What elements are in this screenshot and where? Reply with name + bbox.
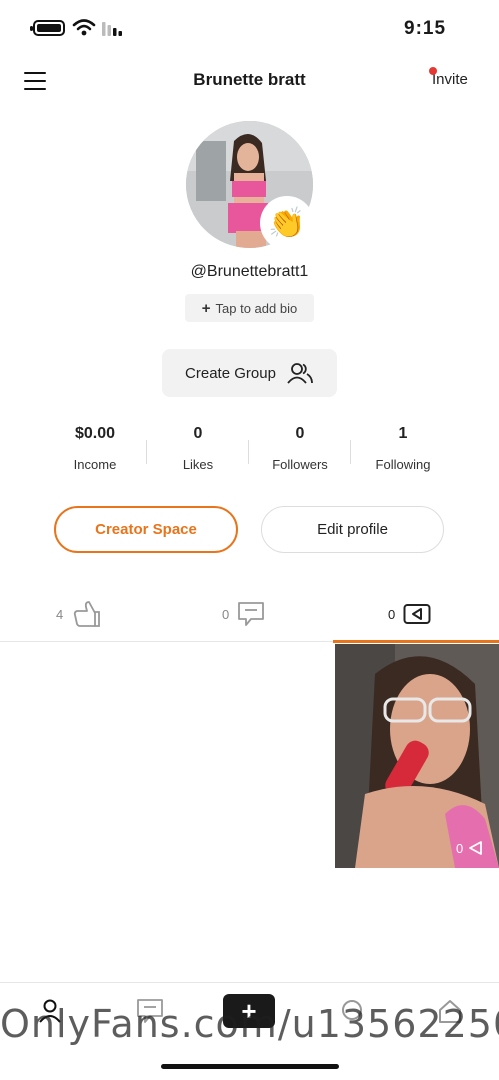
profile-handle: @Brunettebratt1 [190,263,309,280]
divider [146,440,147,464]
create-group-label: Create Group [185,364,276,382]
tab-comments[interactable]: 0 [222,590,265,638]
stat-label: Followers [272,457,328,472]
signal-icon [102,22,122,36]
stat-following[interactable]: 1 Following [353,425,453,472]
creator-space-button[interactable]: Creator Space [54,506,238,553]
home-indicator [161,1064,339,1069]
tab-videos[interactable]: 0 [388,590,431,638]
video-thumbnail[interactable] [335,644,499,868]
comment-icon [238,602,265,626]
status-bar: 9:15 [0,0,499,56]
tab-count: 4 [56,606,64,622]
bottom-nav-divider [0,982,499,983]
stat-label: Likes [182,457,214,472]
tab-likes[interactable]: 4 [56,590,101,638]
stat-likes[interactable]: 0 Likes [148,425,248,472]
edit-profile-button[interactable]: Edit profile [261,506,444,553]
video-icon [403,604,431,624]
video-view-count: 0 [456,840,483,856]
view-count-label: 0 [456,840,464,856]
notification-dot [429,67,437,75]
stat-followers[interactable]: 0 Followers [250,425,350,472]
page-title: Brunette bratt [193,70,306,89]
tab-active-indicator [333,640,499,643]
battery-icon [30,20,65,36]
plus-icon: + [201,299,211,317]
add-bio-label: Tap to add bio [215,300,298,316]
create-group-button[interactable]: Create Group [162,349,337,397]
invite-button[interactable]: Invite [432,71,468,88]
stat-income[interactable]: $0.00 Income [45,425,145,472]
tab-count: 0 [388,606,396,622]
stat-label: Following [375,457,431,472]
top-bar: Brunette bratt Invite [0,60,499,104]
add-bio-button[interactable]: + Tap to add bio [185,294,314,322]
divider [350,440,351,464]
wifi-icon [72,19,96,36]
stat-value: 1 [398,425,408,442]
stat-value: $0.00 [74,425,116,442]
thumbs-up-icon [74,601,101,627]
status-time: 9:15 [404,18,447,39]
group-icon [287,363,313,384]
play-icon [469,841,483,855]
divider [248,440,249,464]
stat-value: 0 [193,425,203,442]
watermark: OnlyFans.com/u135622502 [0,1002,499,1046]
clapping-hands-icon: 👏 [262,198,312,248]
stat-label: Income [73,457,117,472]
stat-value: 0 [295,425,305,442]
tab-count: 0 [222,606,230,622]
